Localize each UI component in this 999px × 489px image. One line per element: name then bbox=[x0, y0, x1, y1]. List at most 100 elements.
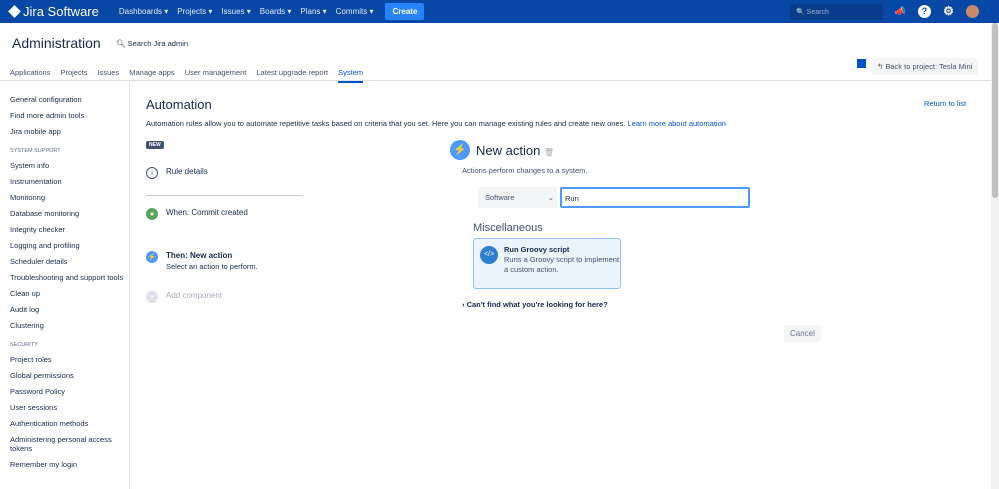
sidebar-item[interactable]: User sessions bbox=[10, 403, 129, 412]
tab-projects[interactable]: Projects bbox=[60, 68, 87, 83]
tab-issues[interactable]: Issues bbox=[98, 68, 120, 83]
step-label: When: Commit created bbox=[166, 208, 248, 217]
sidebar-item[interactable]: Remember my login bbox=[10, 460, 129, 469]
sidebar-item[interactable]: Authentication methods bbox=[10, 419, 129, 428]
step-label: Then: New action bbox=[166, 251, 233, 260]
cant-find-text: Can't find what you're looking for here? bbox=[466, 300, 608, 309]
nav-issues[interactable]: Issues ▾ bbox=[221, 7, 250, 16]
sidebar-item[interactable]: Global permissions bbox=[10, 371, 129, 380]
search-placeholder: Search bbox=[806, 9, 829, 16]
sidebar-section-title: SYSTEM SUPPORT bbox=[10, 148, 61, 154]
automation-title: Automation bbox=[146, 97, 212, 112]
sidebar-item[interactable]: Audit log bbox=[10, 305, 129, 314]
action-card-run-groovy[interactable]: </> Run Groovy script Runs a Groovy scri… bbox=[473, 238, 621, 289]
sidebar-item[interactable]: Integrity checker bbox=[10, 225, 129, 234]
tab-system[interactable]: System bbox=[338, 68, 364, 83]
action-subtitle: Actions perform changes to a system. bbox=[462, 166, 588, 175]
logo-text: Jira Software bbox=[23, 4, 99, 19]
add-component-button[interactable]: + Add component bbox=[146, 291, 222, 303]
sidebar-item[interactable]: Monitoring bbox=[10, 193, 129, 202]
nav-plans[interactable]: Plans ▾ bbox=[300, 7, 326, 16]
action-title-text: New action bbox=[476, 143, 541, 158]
step-sublabel: Select an action to perform. bbox=[166, 262, 258, 271]
nav-commits[interactable]: Commits ▾ bbox=[336, 7, 374, 16]
info-icon: i bbox=[146, 167, 158, 179]
nav-boards[interactable]: Boards ▾ bbox=[260, 7, 292, 16]
sidebar-item[interactable]: General configuration bbox=[10, 95, 129, 104]
cant-find-link[interactable]: › Can't find what you're looking for her… bbox=[462, 300, 608, 309]
automation-description: Automation rules allow you to automate r… bbox=[146, 119, 726, 128]
step-trigger[interactable]: ● When: Commit created bbox=[146, 208, 248, 220]
back-to-project-button[interactable]: ↰ Back to project: Tesla Mini bbox=[871, 58, 979, 75]
nav-label: Issues bbox=[221, 7, 245, 16]
plus-icon: + bbox=[146, 291, 158, 303]
trash-icon[interactable]: 🗑 bbox=[544, 148, 554, 157]
sidebar-item[interactable]: Instrumentation bbox=[10, 177, 129, 186]
tab-manage-apps[interactable]: Manage apps bbox=[129, 68, 174, 83]
lightning-icon: ⚡ bbox=[146, 251, 158, 263]
sidebar-item[interactable]: Logging and profiling bbox=[10, 241, 129, 250]
sidebar-item[interactable]: Project roles bbox=[10, 355, 129, 364]
card-title: Run Groovy script bbox=[504, 245, 570, 254]
nav-projects[interactable]: Projects ▾ bbox=[177, 7, 212, 16]
chevron-right-icon: › bbox=[462, 300, 465, 309]
sidebar-item[interactable]: Jira mobile app bbox=[10, 127, 129, 136]
category-select[interactable]: Software ⌄ bbox=[478, 187, 558, 208]
cancel-button[interactable]: Cancel bbox=[784, 325, 821, 342]
description-text: Automation rules allow you to automate r… bbox=[146, 119, 626, 128]
chevron-down-icon: ⌄ bbox=[547, 193, 554, 202]
notifications-icon[interactable]: 📣 bbox=[894, 5, 907, 18]
tab-upgrade-report[interactable]: Latest upgrade report bbox=[256, 68, 328, 83]
action-title: New action 🗑 bbox=[476, 143, 554, 158]
trigger-icon: ● bbox=[146, 208, 158, 220]
sidebar-item[interactable]: Clean up bbox=[10, 289, 129, 298]
new-badge: NEW bbox=[146, 141, 164, 149]
code-icon: </> bbox=[480, 246, 498, 264]
admin-search-label: Search Jira admin bbox=[127, 39, 189, 48]
sidebar-item[interactable]: Troubleshooting and support tools bbox=[10, 273, 129, 282]
nav-label: Dashboards bbox=[118, 7, 163, 16]
user-avatar[interactable] bbox=[966, 5, 979, 18]
jira-logo-icon bbox=[8, 5, 21, 18]
sidebar-item[interactable]: Clustering bbox=[10, 321, 129, 330]
settings-gear-icon[interactable]: ⚙ bbox=[942, 5, 955, 18]
lightning-icon: ⚡ bbox=[450, 140, 470, 160]
sidebar-item[interactable]: System info bbox=[10, 161, 129, 170]
sidebar-item[interactable]: Scheduler details bbox=[10, 257, 129, 266]
feedback-icon[interactable] bbox=[857, 59, 866, 68]
jira-logo[interactable]: Jira Software bbox=[8, 4, 99, 19]
nav-label: Plans bbox=[300, 7, 321, 16]
action-search-input[interactable]: Run bbox=[560, 187, 750, 208]
admin-tabs: Applications Projects Issues Manage apps… bbox=[10, 68, 364, 83]
card-description: Runs a Groovy script to implement a cust… bbox=[504, 255, 620, 274]
step-rule-details[interactable]: i Rule details bbox=[146, 167, 208, 179]
sidebar-item[interactable]: Find more admin tools bbox=[10, 111, 129, 120]
category-heading: Miscellaneous bbox=[473, 222, 543, 234]
nav-label: Boards bbox=[259, 7, 286, 16]
add-label: Add component bbox=[166, 291, 223, 300]
select-value: Software bbox=[485, 193, 515, 202]
sidebar-item[interactable]: Database monitoring bbox=[10, 209, 129, 218]
divider bbox=[146, 195, 303, 196]
nav-dashboards[interactable]: Dashboards ▾ bbox=[119, 7, 168, 16]
nav-label: Projects bbox=[177, 7, 207, 16]
sidebar: General configuration Find more admin to… bbox=[0, 82, 130, 489]
nav-label: Commits bbox=[335, 7, 368, 16]
back-label: Back to project: Tesla Mini bbox=[885, 62, 973, 71]
sidebar-item[interactable]: Administering personal access tokens bbox=[10, 435, 129, 453]
admin-search[interactable]: 🔍︎ Search Jira admin bbox=[116, 39, 188, 48]
scrollbar[interactable] bbox=[991, 23, 999, 489]
create-button[interactable]: Create bbox=[385, 3, 425, 20]
step-action[interactable]: ⚡ Then: New action Select an action to per… bbox=[146, 251, 258, 274]
sidebar-item[interactable]: Password Policy bbox=[10, 387, 129, 396]
tab-applications[interactable]: Applications bbox=[10, 68, 50, 83]
admin-header: Administration 🔍︎ Search Jira admin Appl… bbox=[0, 23, 999, 83]
tab-user-management[interactable]: User management bbox=[185, 68, 247, 83]
help-icon[interactable]: ? bbox=[918, 5, 931, 18]
step-label: Rule details bbox=[166, 167, 208, 176]
scrollbar-thumb[interactable] bbox=[992, 23, 998, 198]
page-title: Administration bbox=[12, 35, 101, 51]
learn-more-link[interactable]: Learn more about automation bbox=[628, 119, 726, 128]
return-to-list-link[interactable]: Return to list bbox=[924, 99, 966, 108]
search-input[interactable]: 🔍 Search bbox=[790, 4, 883, 20]
